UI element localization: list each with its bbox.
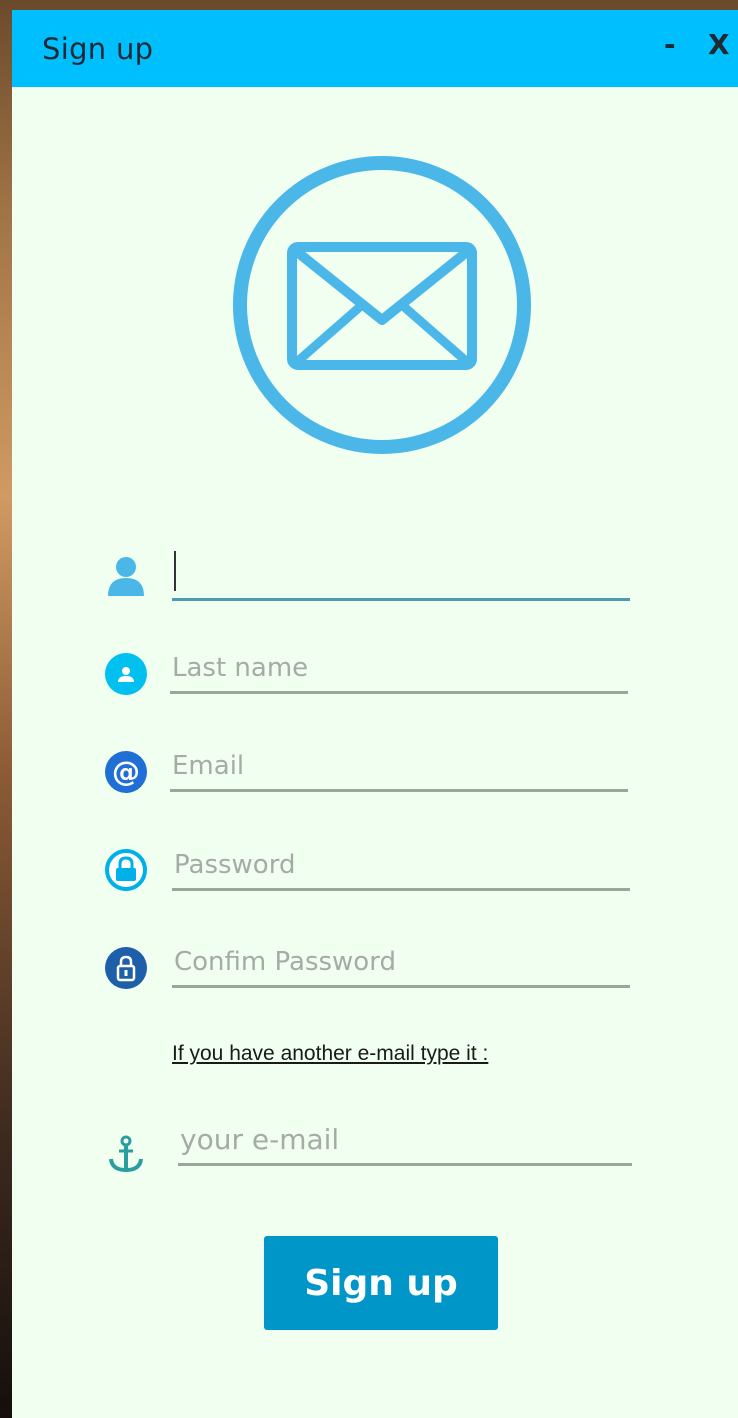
at-sign-icon: @	[105, 751, 147, 793]
title-bar[interactable]: Sign up - X	[12, 10, 738, 87]
signup-window: Sign up - X @	[12, 10, 738, 1418]
user-badge-icon	[105, 653, 147, 695]
text-caret	[174, 551, 176, 591]
confirm-password-input[interactable]	[172, 938, 630, 988]
envelope-logo-icon	[233, 156, 531, 454]
sign-up-button[interactable]: Sign up	[264, 1236, 498, 1330]
anchor-icon	[109, 1135, 143, 1173]
close-button[interactable]: X	[708, 30, 730, 60]
user-icon	[108, 557, 144, 596]
alt-email-hint: If you have another e-mail type it :	[172, 1042, 489, 1065]
password-input[interactable]	[172, 841, 630, 891]
first-name-input[interactable]	[172, 551, 630, 601]
lock-icon	[105, 849, 147, 891]
window-title: Sign up	[42, 32, 154, 66]
last-name-input[interactable]	[170, 644, 628, 694]
minimize-button[interactable]: -	[664, 30, 676, 60]
lock-dark-icon	[105, 947, 147, 989]
svg-text:@: @	[112, 755, 140, 788]
email-input[interactable]	[170, 742, 628, 792]
alternate-email-input[interactable]	[178, 1116, 632, 1166]
